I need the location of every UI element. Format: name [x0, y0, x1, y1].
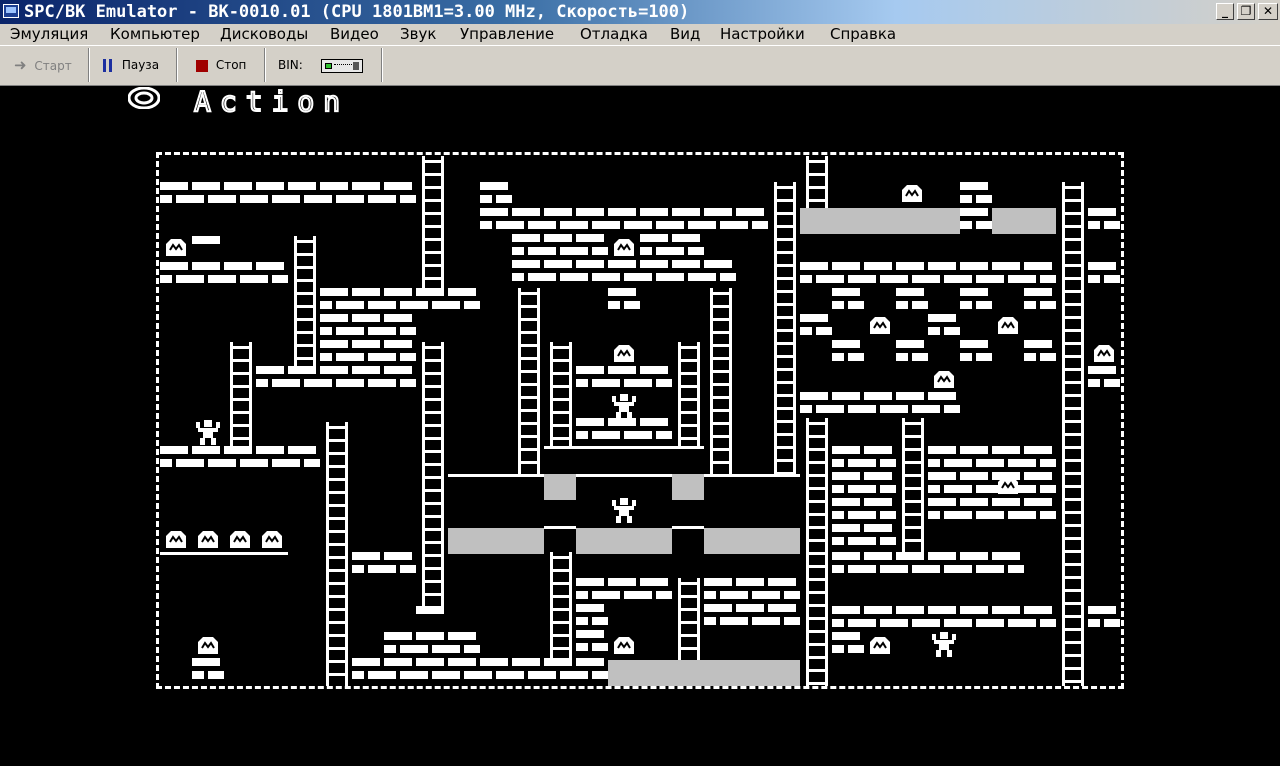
brick-wall: [1088, 366, 1120, 387]
guard-enemy: [612, 498, 636, 523]
treasure-icon: [614, 239, 634, 256]
floor-line: [160, 552, 288, 555]
brick-wall: [928, 314, 960, 335]
brick-wall: [896, 288, 928, 309]
brick-wall: [160, 182, 416, 203]
treasure-icon: [166, 531, 186, 548]
brick-wall: [704, 578, 800, 625]
treasure-icon: [870, 637, 890, 654]
brick-wall: [1024, 340, 1056, 361]
brick-wall: [1024, 288, 1056, 309]
brick-wall: [832, 340, 864, 361]
brick-wall: [320, 314, 416, 361]
brick-wall: [480, 182, 512, 203]
brick-wall: [960, 288, 992, 309]
brick-wall: [1088, 262, 1120, 283]
floor-line: [544, 446, 704, 449]
stone-block: [704, 528, 800, 554]
treasure-icon: [902, 185, 922, 202]
brick-wall: [352, 658, 608, 679]
brick-wall: [832, 552, 1024, 573]
ladder: [1062, 182, 1084, 686]
ladder: [806, 156, 828, 208]
game-level: [160, 156, 1120, 686]
treasure-icon: [614, 345, 634, 362]
stone-block: [608, 660, 800, 686]
treasure-icon: [230, 531, 250, 548]
treasure-icon: [198, 637, 218, 654]
brick-wall: [960, 182, 992, 229]
ladder: [518, 288, 540, 474]
brick-wall: [928, 446, 1056, 519]
treasure-icon: [998, 477, 1018, 494]
ladder: [422, 342, 444, 606]
ladder: [550, 552, 572, 660]
brick-wall: [640, 234, 704, 255]
brick-wall: [800, 262, 1056, 283]
brick-wall: [960, 340, 992, 361]
brick-wall: [832, 606, 1056, 627]
brick-wall: [832, 446, 896, 545]
brick-wall: [320, 288, 480, 309]
treasure-icon: [870, 317, 890, 334]
brick-wall: [416, 606, 444, 614]
brick-wall: [160, 262, 288, 283]
stone-block: [992, 208, 1056, 234]
brick-wall: [896, 340, 928, 361]
brick-wall: [576, 366, 672, 387]
ladder: [326, 422, 348, 686]
ladder: [902, 418, 924, 552]
brick-wall: [192, 236, 220, 244]
ladder: [806, 418, 828, 686]
treasure-icon: [934, 371, 954, 388]
stone-block: [544, 474, 576, 500]
treasure-icon: [614, 637, 634, 654]
brick-wall: [1088, 606, 1120, 627]
ladder: [422, 156, 444, 288]
ladder: [678, 578, 700, 660]
brick-wall: [512, 260, 736, 281]
treasure-icon: [262, 531, 282, 548]
floor-line: [544, 526, 576, 529]
stone-block: [448, 528, 544, 554]
stone-block: [576, 528, 672, 554]
stone-block: [800, 208, 960, 234]
treasure-icon: [166, 239, 186, 256]
ladder: [550, 342, 572, 446]
treasure-icon: [1094, 345, 1114, 362]
treasure-icon: [998, 317, 1018, 334]
brick-wall: [800, 314, 832, 335]
brick-wall: [800, 392, 960, 413]
guard-enemy: [612, 394, 636, 419]
brick-wall: [1088, 208, 1120, 229]
floor-line: [448, 474, 800, 477]
guard-enemy: [932, 632, 956, 657]
floor-line: [672, 526, 704, 529]
treasure-icon: [198, 531, 218, 548]
brick-wall: [256, 366, 416, 387]
brick-wall: [160, 446, 320, 467]
brick-wall: [576, 604, 608, 651]
ladder: [678, 342, 700, 446]
brick-wall: [384, 632, 480, 653]
player-runner: [196, 420, 220, 445]
brick-wall: [512, 234, 608, 255]
ladder: [294, 236, 316, 366]
brick-wall: [832, 632, 864, 653]
brick-wall: [608, 288, 640, 309]
brick-wall: [576, 418, 672, 439]
stone-block: [672, 474, 704, 500]
brick-wall: [352, 552, 416, 573]
brick-wall: [832, 288, 864, 309]
brick-wall: [192, 658, 224, 679]
ladder: [230, 342, 252, 446]
brick-wall: [480, 208, 768, 229]
ladder: [710, 288, 732, 474]
ladder: [774, 182, 796, 475]
brick-wall: [576, 578, 672, 599]
